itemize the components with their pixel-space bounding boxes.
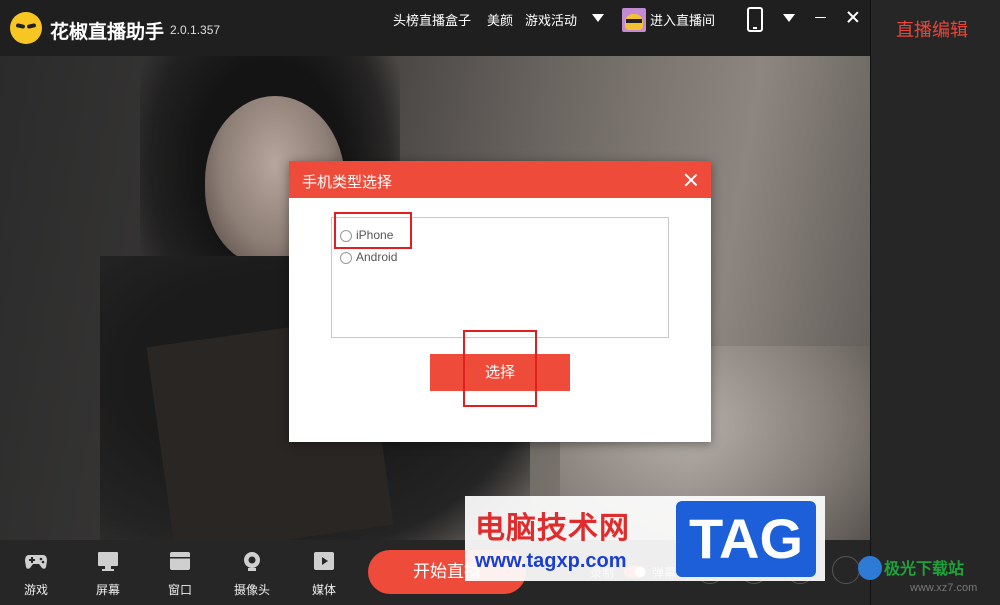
tool-label: 屏幕 bbox=[95, 583, 120, 597]
watermark-site-url: www.xz7.com bbox=[910, 582, 978, 594]
app-logo-icon bbox=[10, 12, 42, 44]
enter-room-link[interactable]: 进入直播间 bbox=[650, 10, 715, 29]
tool-camera[interactable]: 摄像头 bbox=[222, 540, 282, 605]
radio-button[interactable] bbox=[340, 252, 352, 264]
tool-label: 窗口 bbox=[167, 583, 192, 597]
avatar[interactable] bbox=[622, 8, 646, 32]
gamepad-icon bbox=[25, 555, 47, 569]
tool-screen[interactable]: 屏幕 bbox=[78, 540, 138, 605]
app-title: 花椒直播助手 bbox=[50, 22, 165, 43]
tool-label: 游戏 bbox=[23, 583, 48, 597]
dialog-header: 手机类型选择 bbox=[289, 161, 711, 198]
box-icon[interactable] bbox=[832, 556, 860, 584]
site-logo-icon bbox=[858, 556, 882, 580]
camera-icon bbox=[244, 552, 260, 571]
watermark-tag-logo: TAG bbox=[676, 501, 816, 577]
chevron-down-icon[interactable] bbox=[592, 14, 604, 22]
tool-label: 摄像头 bbox=[233, 583, 270, 597]
app-version: 2.0.1.357 bbox=[170, 23, 221, 37]
nav-beauty[interactable]: 美颜 bbox=[487, 10, 513, 29]
right-panel: 直播编辑 bbox=[870, 0, 1000, 605]
window-icon bbox=[170, 552, 190, 570]
dialog-close-icon[interactable] bbox=[683, 172, 699, 188]
tool-window[interactable]: 窗口 bbox=[150, 540, 210, 605]
watermark-site-name: 极光下载站 bbox=[884, 561, 965, 578]
watermark-url: www.tagxp.com bbox=[475, 550, 627, 572]
option-label: Android bbox=[356, 250, 398, 264]
tool-label: 媒体 bbox=[311, 583, 336, 597]
annotation-box-select bbox=[463, 330, 537, 407]
media-icon bbox=[314, 552, 334, 570]
watermark-title: 电脑技术网 bbox=[475, 512, 630, 545]
annotation-box-iphone bbox=[334, 212, 412, 249]
menu-dropdown-icon[interactable] bbox=[783, 14, 795, 22]
nav-game-activity[interactable]: 游戏活动 bbox=[525, 10, 577, 29]
title-bar: 花椒直播助手 2.0.1.357 头榜直播盒子 美颜 游戏活动 进入直播间 bbox=[0, 0, 870, 56]
monitor-icon bbox=[98, 552, 118, 571]
tool-media[interactable]: 媒体 bbox=[294, 540, 354, 605]
dialog-title: 手机类型选择 bbox=[302, 174, 393, 191]
phone-icon[interactable] bbox=[747, 7, 763, 32]
live-edit-title[interactable]: 直播编辑 bbox=[896, 16, 968, 42]
nav-toubang-box[interactable]: 头榜直播盒子 bbox=[393, 10, 471, 29]
minimize-icon[interactable] bbox=[815, 17, 826, 18]
tool-game[interactable]: 游戏 bbox=[6, 540, 66, 605]
close-icon[interactable] bbox=[845, 9, 861, 25]
